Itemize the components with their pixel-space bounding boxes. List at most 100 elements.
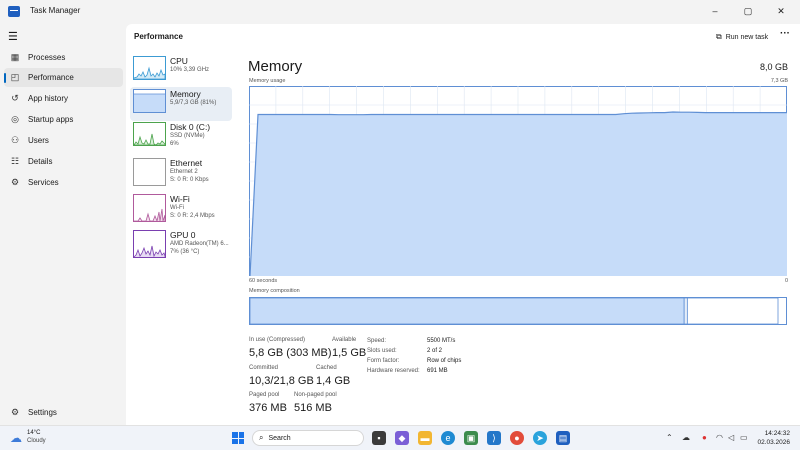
stat-available-value: 1,5 GB xyxy=(332,347,367,359)
task-manager-taskbar-icon[interactable]: ▤ xyxy=(556,431,570,445)
sidebar-item-label: Performance xyxy=(28,73,74,82)
performance-icon: ◰ xyxy=(10,72,20,82)
memory-total: 8,0 GB xyxy=(759,62,788,72)
gpu-thumbnail xyxy=(133,230,166,258)
startup-icon: ◎ xyxy=(11,114,19,124)
vscode-icon[interactable]: ⟩ xyxy=(487,431,501,445)
sidebar-item-performance[interactable]: ◰ Performance xyxy=(4,68,123,87)
run-task-icon: ⧉ xyxy=(716,32,722,41)
resource-name: CPU xyxy=(170,56,188,66)
resource-name: Disk 0 (C:) xyxy=(170,122,211,132)
hamburger-icon[interactable]: ☰ xyxy=(8,30,18,43)
memory-usage-label: Memory usage xyxy=(249,78,286,84)
resource-detail: SSD (NVMe) xyxy=(170,133,205,139)
resource-memory[interactable]: Memory 5,9/7,3 GB (81%) xyxy=(130,87,232,121)
resource-wifi[interactable]: Wi-Fi Wi-Fi S: 0 R: 2,4 Mbps xyxy=(130,192,232,226)
title-bar: Task Manager – ▢ ✕ xyxy=(0,0,800,24)
composition-in-use xyxy=(249,297,685,325)
onedrive-icon[interactable]: ☁ xyxy=(682,433,690,442)
spec-slots-label: Slots used: xyxy=(367,348,397,354)
spec-form-factor-label: Form factor: xyxy=(367,358,400,364)
run-new-task-label: Run new task xyxy=(725,33,769,41)
resource-detail: S: 0 R: 0 Kbps xyxy=(170,177,209,183)
chevron-up-icon[interactable]: ⌃ xyxy=(666,433,673,442)
resource-disk[interactable]: Disk 0 (C:) SSD (NVMe) 6% xyxy=(130,120,232,154)
cloud-icon[interactable]: ☁ xyxy=(10,431,22,445)
stat-committed-label: Committed xyxy=(249,365,279,371)
sidebar-item-label: Settings xyxy=(28,408,57,417)
stat-cached-value: 1,4 GB xyxy=(316,375,351,387)
resource-detail: S: 0 R: 2,4 Mbps xyxy=(170,213,215,219)
wifi-thumbnail xyxy=(133,194,166,222)
stat-in-use-label: In use (Compressed) xyxy=(249,337,306,343)
taskbar: ☁ 14°C Cloudy ⌕ Search ▪ ◆ ▬ e ▣ ⟩ ● ➤ ▤… xyxy=(0,425,800,450)
task-view-icon[interactable]: ▪ xyxy=(372,431,386,445)
windows-logo-pane xyxy=(232,432,238,438)
windows-logo-pane xyxy=(232,438,238,444)
sidebar-item-services[interactable]: ⚙ Services xyxy=(4,173,123,192)
teams-icon[interactable]: ◆ xyxy=(395,431,409,445)
performance-panel: Performance ⧉ Run new task ··· CPU 10% 3… xyxy=(126,24,800,425)
time-span-label: 60 seconds xyxy=(249,278,278,284)
store-icon[interactable]: ▣ xyxy=(464,431,478,445)
more-options-button[interactable]: ··· xyxy=(780,28,790,39)
close-button[interactable]: ✕ xyxy=(766,2,796,20)
stat-available-label: Available xyxy=(332,337,357,343)
spec-hw-reserved-value: 691 MB xyxy=(427,368,448,374)
stat-paged-pool-value: 376 MB xyxy=(249,402,287,414)
spec-slots-value: 2 of 2 xyxy=(427,348,443,354)
battery-icon[interactable]: ▭ xyxy=(740,433,748,442)
resource-detail: 6% xyxy=(170,141,179,147)
weather-temperature[interactable]: 14°C xyxy=(27,430,40,436)
resource-name: Ethernet xyxy=(170,158,203,168)
volume-icon[interactable]: ◁ xyxy=(728,433,734,442)
spec-form-factor-value: Row of chips xyxy=(427,358,462,364)
weather-description[interactable]: Cloudy xyxy=(27,438,46,444)
chrome-icon[interactable]: ● xyxy=(510,431,524,445)
clock-date[interactable]: 02.03.2026 xyxy=(757,439,790,446)
memory-composition-bar xyxy=(249,297,787,325)
edge-icon[interactable]: e xyxy=(441,431,455,445)
wifi-icon[interactable]: ◠ xyxy=(716,433,723,442)
sidebar-item-label: Processes xyxy=(28,53,66,62)
stat-nonpaged-pool-label: Non-paged pool xyxy=(294,392,337,398)
file-explorer-icon[interactable]: ▬ xyxy=(418,431,432,445)
sidebar: ☰ ▦ Processes ◰ Performance ↺ App histor… xyxy=(0,24,126,425)
sidebar-item-settings[interactable]: ⚙ Settings xyxy=(4,403,123,422)
sidebar-item-users[interactable]: ⚇ Users xyxy=(4,131,123,150)
maximize-button[interactable]: ▢ xyxy=(733,2,763,20)
run-new-task-button[interactable]: ⧉ Run new task xyxy=(716,32,768,42)
search-placeholder: Search xyxy=(268,434,291,442)
details-icon: ☷ xyxy=(10,156,20,166)
security-icon[interactable]: ● xyxy=(702,433,707,442)
spec-hw-reserved-label: Hardware reserved: xyxy=(367,368,420,374)
minimize-button[interactable]: – xyxy=(700,2,730,20)
sidebar-item-startup-apps[interactable]: ◎ Startup apps xyxy=(4,110,123,129)
resource-ethernet[interactable]: Ethernet Ethernet 2 S: 0 R: 0 Kbps xyxy=(130,156,232,190)
disk-thumbnail xyxy=(133,122,166,146)
time-zero-label: 0 xyxy=(784,278,788,284)
resource-name: Wi-Fi xyxy=(170,194,190,204)
ethernet-thumbnail xyxy=(133,158,166,186)
resource-name: Memory xyxy=(170,89,201,99)
resource-detail: 7% (36 °C) xyxy=(170,249,200,255)
sidebar-item-details[interactable]: ☷ Details xyxy=(4,152,123,171)
telegram-icon[interactable]: ➤ xyxy=(533,431,547,445)
sidebar-item-label: Startup apps xyxy=(28,115,74,124)
start-button[interactable] xyxy=(232,432,244,444)
sidebar-item-label: App history xyxy=(28,94,69,103)
memory-usage-graph xyxy=(249,86,787,276)
taskbar-search[interactable]: ⌕ Search xyxy=(252,430,364,446)
resource-detail: Ethernet 2 xyxy=(170,169,198,175)
sidebar-item-app-history[interactable]: ↺ App history xyxy=(4,89,123,108)
window-title: Task Manager xyxy=(30,6,81,15)
clock-time[interactable]: 14:24:32 xyxy=(765,430,790,437)
sidebar-item-label: Details xyxy=(28,157,53,166)
resource-name: GPU 0 xyxy=(170,230,196,240)
sidebar-item-processes[interactable]: ▦ Processes xyxy=(4,48,123,67)
resource-cpu[interactable]: CPU 10% 3,39 GHz xyxy=(130,54,232,88)
stat-committed-value: 10,3/21,8 GB xyxy=(249,375,314,387)
resource-gpu[interactable]: GPU 0 AMD Radeon(TM) 6... 7% (36 °C) xyxy=(130,228,232,262)
page-title: Performance xyxy=(134,32,183,41)
history-icon: ↺ xyxy=(11,93,19,103)
